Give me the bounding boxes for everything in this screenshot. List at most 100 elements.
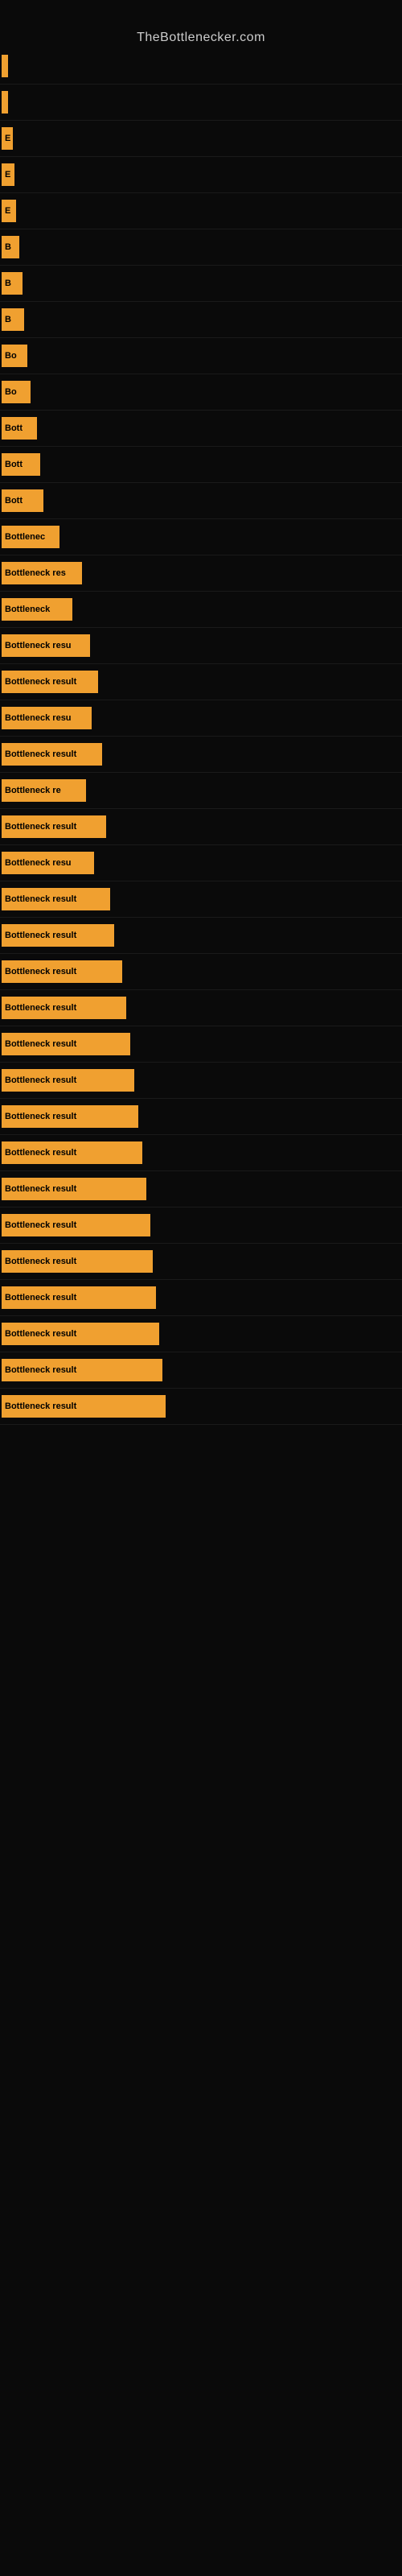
bar-row-6: B <box>0 229 402 266</box>
bar-row-28: Bottleneck result <box>0 1026 402 1063</box>
bar-fill-27: Bottleneck result <box>2 997 126 1019</box>
bar-row-18: Bottleneck result <box>0 664 402 700</box>
bar-text-4: E <box>2 170 10 180</box>
bar-fill-20: Bottleneck result <box>2 743 102 766</box>
bar-fill-24: Bottleneck result <box>2 888 110 910</box>
bar-row-30: Bottleneck result <box>0 1099 402 1135</box>
bar-text-23: Bottleneck resu <box>2 858 72 868</box>
bar-row-14: Bottlenec <box>0 519 402 555</box>
bar-row-27: Bottleneck result <box>0 990 402 1026</box>
bar-row-35: Bottleneck result <box>0 1280 402 1316</box>
bar-row-25: Bottleneck result <box>0 918 402 954</box>
bars-container: E E E B B B Bo Bo Bott Bott Bott Bottlenec Bottlenec… <box>0 48 402 1425</box>
bar-text-15: Bottleneck res <box>2 568 66 578</box>
site-title: TheBottlenecker.com <box>0 24 402 48</box>
bar-fill-31: Bottleneck result <box>2 1141 142 1164</box>
bar-fill-4: E <box>2 163 14 186</box>
bar-fill-32: Bottleneck result <box>2 1178 146 1200</box>
bar-text-35: Bottleneck result <box>2 1293 76 1302</box>
bar-row-8: B <box>0 302 402 338</box>
bar-text-34: Bottleneck result <box>2 1257 76 1266</box>
bar-fill-35: Bottleneck result <box>2 1286 156 1309</box>
bar-row-4: E <box>0 157 402 193</box>
bar-text-20: Bottleneck result <box>2 749 76 759</box>
bar-fill-30: Bottleneck result <box>2 1105 138 1128</box>
bar-text-6: B <box>2 242 11 252</box>
bar-text-27: Bottleneck result <box>2 1003 76 1013</box>
bar-text-17: Bottleneck resu <box>2 641 72 650</box>
bar-row-2 <box>0 85 402 121</box>
bar-fill-3: E <box>2 127 13 150</box>
bar-text-30: Bottleneck result <box>2 1112 76 1121</box>
bar-row-23: Bottleneck resu <box>0 845 402 881</box>
bar-text-7: B <box>2 279 11 288</box>
bar-text-37: Bottleneck result <box>2 1365 76 1375</box>
bar-row-16: Bottleneck <box>0 592 402 628</box>
bar-text-3: E <box>2 134 10 143</box>
bar-fill-26: Bottleneck result <box>2 960 122 983</box>
chart-container: TheBottlenecker.com E E E B B B Bo Bo Bott Bott Bo… <box>0 0 402 2576</box>
bar-text-28: Bottleneck result <box>2 1039 76 1049</box>
bar-fill-10: Bo <box>2 381 31 403</box>
bar-fill-38: Bottleneck result <box>2 1395 166 1418</box>
bar-text-11: Bott <box>2 423 23 433</box>
bar-text-5: E <box>2 206 10 216</box>
bar-text-18: Bottleneck result <box>2 677 76 687</box>
bar-text-31: Bottleneck result <box>2 1148 76 1158</box>
bar-row-1 <box>0 48 402 85</box>
bar-row-5: E <box>0 193 402 229</box>
bar-text-33: Bottleneck result <box>2 1220 76 1230</box>
bar-fill-9: Bo <box>2 345 27 367</box>
bar-fill-5: E <box>2 200 16 222</box>
bar-fill-17: Bottleneck resu <box>2 634 90 657</box>
bar-fill-7: B <box>2 272 23 295</box>
bar-text-8: B <box>2 315 11 324</box>
bar-text-16: Bottleneck <box>2 605 50 614</box>
bar-row-9: Bo <box>0 338 402 374</box>
bar-row-33: Bottleneck result <box>0 1208 402 1244</box>
bar-text-36: Bottleneck result <box>2 1329 76 1339</box>
bar-row-10: Bo <box>0 374 402 411</box>
bar-fill-25: Bottleneck result <box>2 924 114 947</box>
bar-text-32: Bottleneck result <box>2 1184 76 1194</box>
bar-fill-16: Bottleneck <box>2 598 72 621</box>
bar-row-26: Bottleneck result <box>0 954 402 990</box>
bar-fill-28: Bottleneck result <box>2 1033 130 1055</box>
bar-text-12: Bott <box>2 460 23 469</box>
bar-row-24: Bottleneck result <box>0 881 402 918</box>
bar-fill-11: Bott <box>2 417 37 440</box>
bar-fill-33: Bottleneck result <box>2 1214 150 1236</box>
bar-text-22: Bottleneck result <box>2 822 76 832</box>
bar-row-12: Bott <box>0 447 402 483</box>
bar-fill-12: Bott <box>2 453 40 476</box>
bar-fill-15: Bottleneck res <box>2 562 82 584</box>
bar-fill-8: B <box>2 308 24 331</box>
bar-fill-19: Bottleneck resu <box>2 707 92 729</box>
bar-fill-34: Bottleneck result <box>2 1250 153 1273</box>
bar-row-13: Bott <box>0 483 402 519</box>
bar-fill-21: Bottleneck re <box>2 779 86 802</box>
bar-text-26: Bottleneck result <box>2 967 76 976</box>
bar-text-24: Bottleneck result <box>2 894 76 904</box>
bar-row-3: E <box>0 121 402 157</box>
bar-fill-13: Bott <box>2 489 43 512</box>
bar-fill-14: Bottlenec <box>2 526 59 548</box>
bar-row-22: Bottleneck result <box>0 809 402 845</box>
bar-fill-29: Bottleneck result <box>2 1069 134 1092</box>
bar-text-19: Bottleneck resu <box>2 713 72 723</box>
bar-row-37: Bottleneck result <box>0 1352 402 1389</box>
bar-fill-36: Bottleneck result <box>2 1323 159 1345</box>
bar-row-15: Bottleneck res <box>0 555 402 592</box>
bar-fill-6: B <box>2 236 19 258</box>
bar-text-38: Bottleneck result <box>2 1402 76 1411</box>
bar-text-13: Bott <box>2 496 23 506</box>
bar-row-29: Bottleneck result <box>0 1063 402 1099</box>
bar-row-36: Bottleneck result <box>0 1316 402 1352</box>
bar-row-31: Bottleneck result <box>0 1135 402 1171</box>
bar-row-17: Bottleneck resu <box>0 628 402 664</box>
bar-fill-18: Bottleneck result <box>2 671 98 693</box>
bar-text-29: Bottleneck result <box>2 1075 76 1085</box>
bar-row-21: Bottleneck re <box>0 773 402 809</box>
bar-fill-23: Bottleneck resu <box>2 852 94 874</box>
bar-row-19: Bottleneck resu <box>0 700 402 737</box>
